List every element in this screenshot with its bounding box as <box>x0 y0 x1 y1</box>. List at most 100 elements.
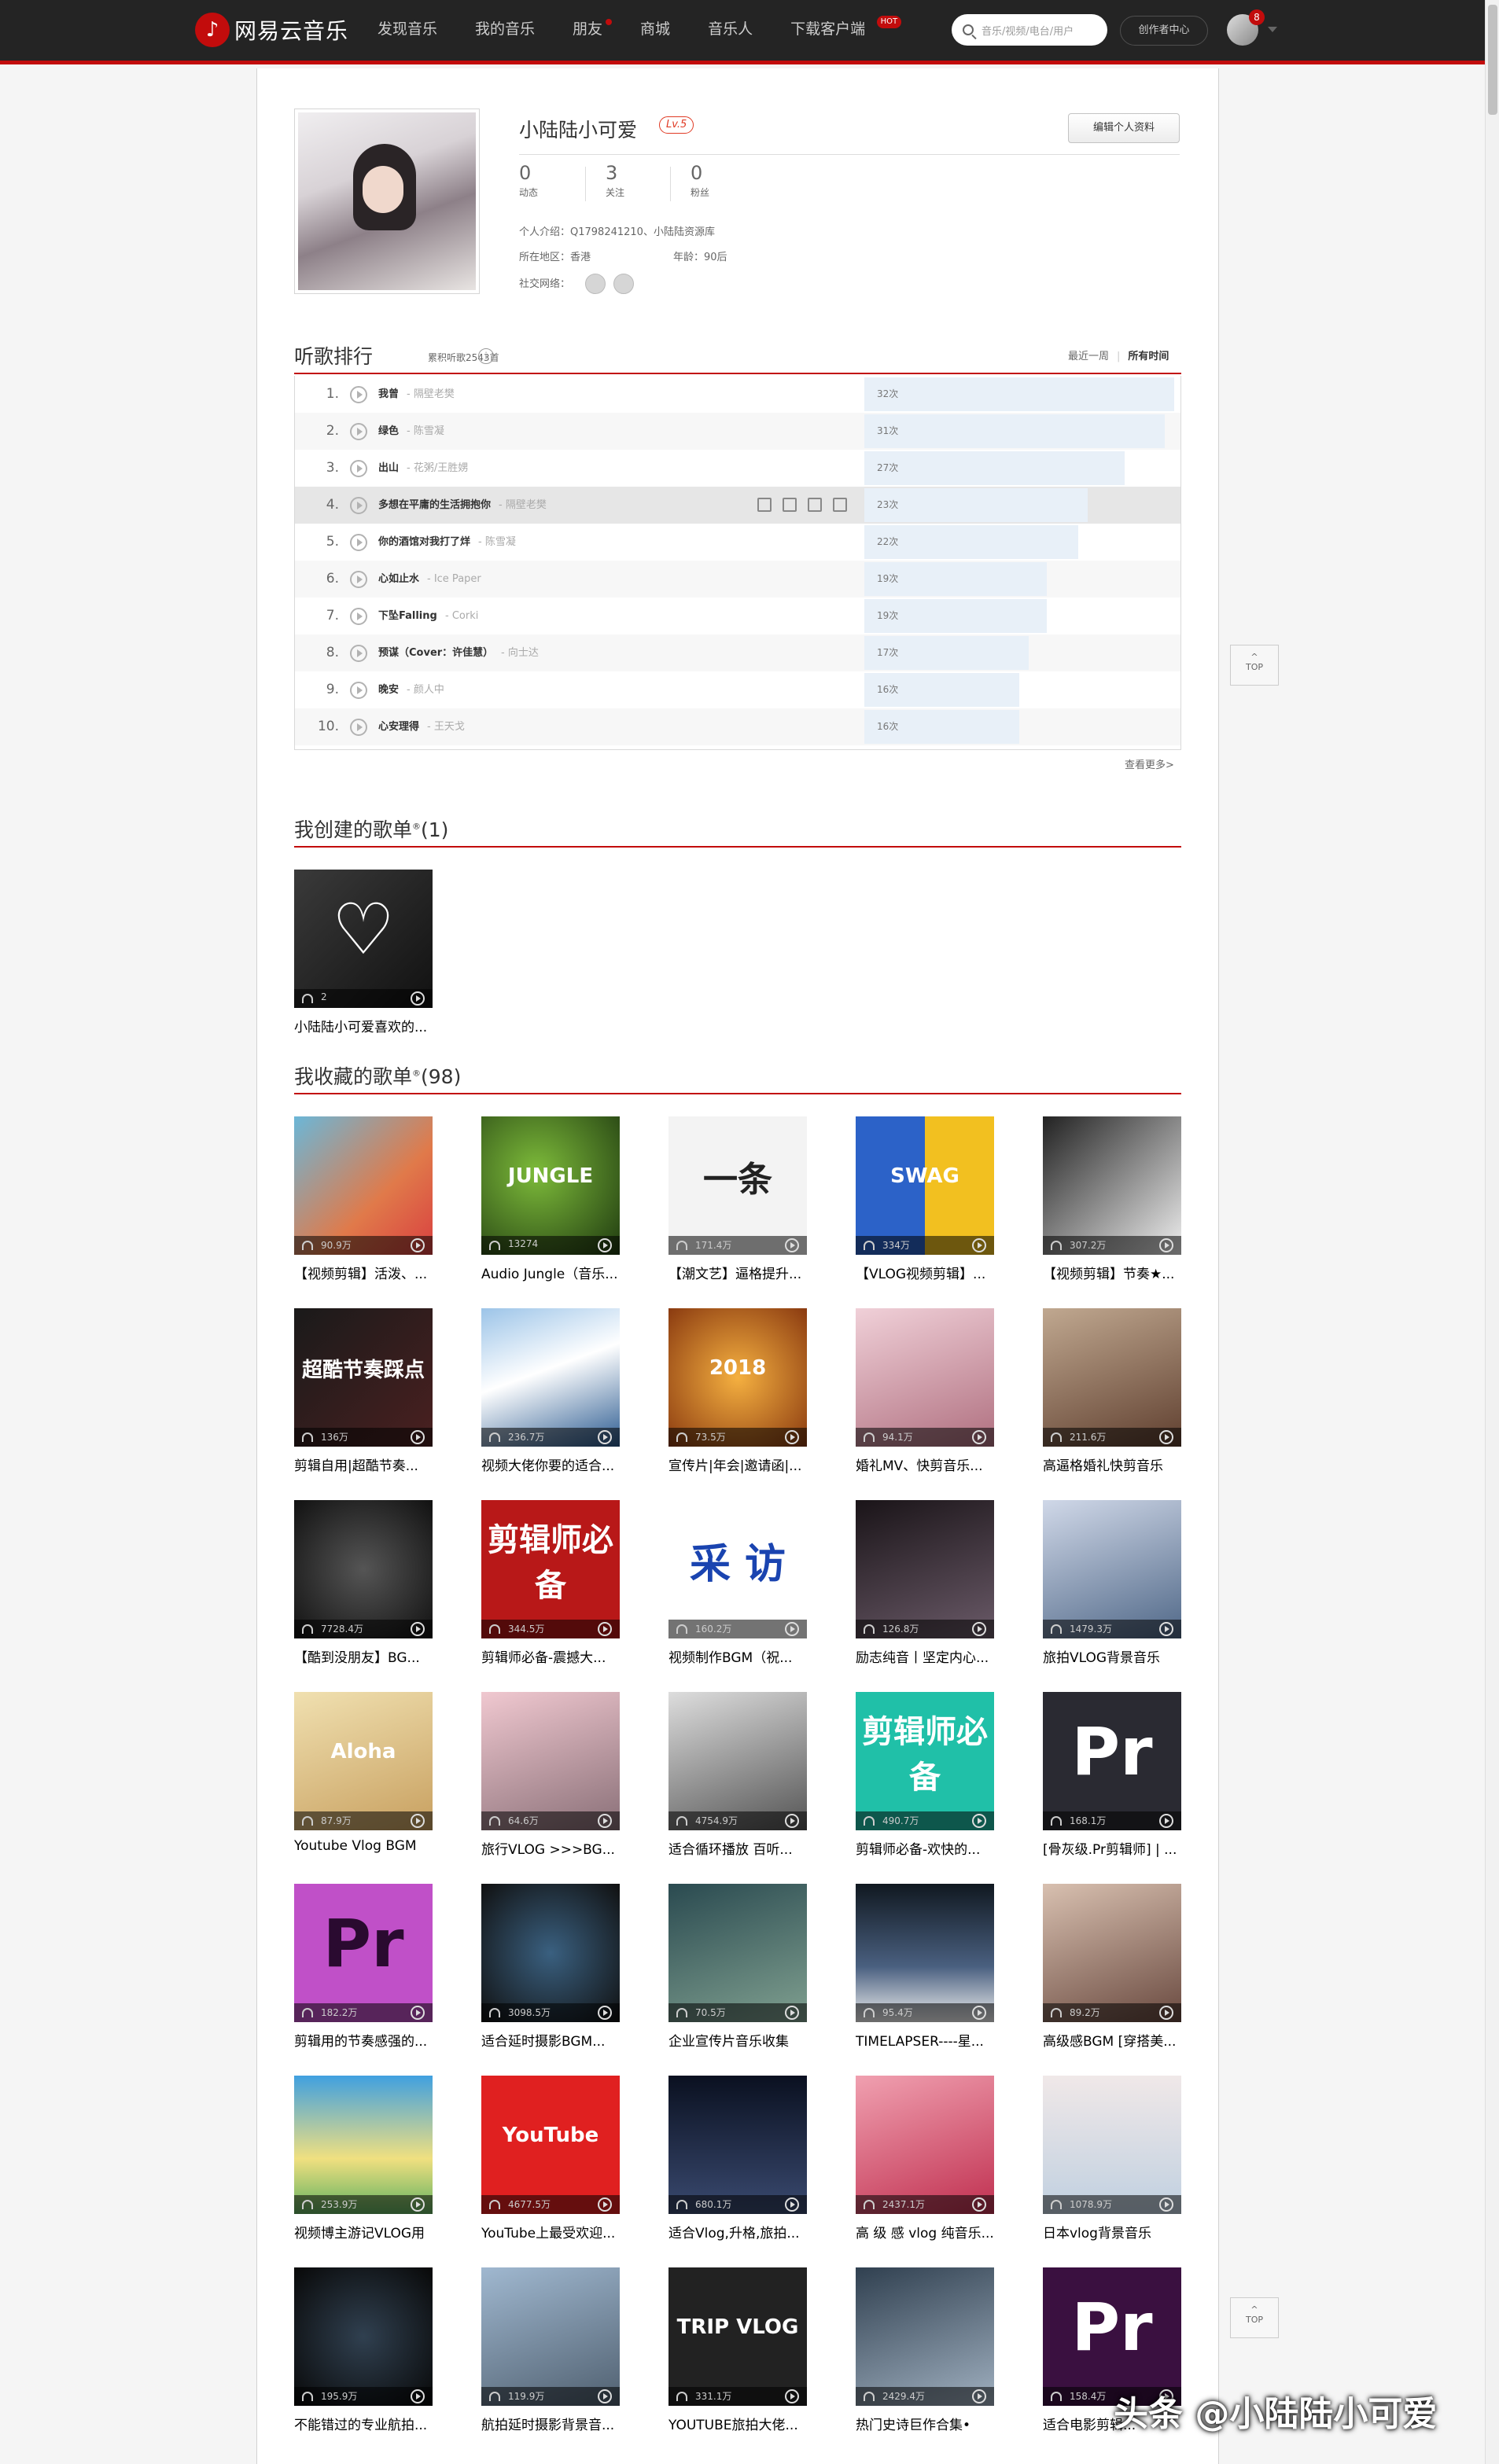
playlist-card[interactable]: 680.1万适合Vlog,升格,旅拍... <box>668 2076 807 2242</box>
playlist-card[interactable]: YouTube 4677.5万 YouTube上最受欢迎... <box>481 2076 620 2242</box>
play-icon[interactable] <box>350 423 367 440</box>
ranking-row[interactable]: 6. 心如止水 - Ice Paper 19次 <box>295 561 1180 598</box>
playlist-title[interactable]: 不能错过的专业航拍... <box>294 2414 433 2433</box>
play-icon[interactable] <box>785 1814 799 1828</box>
play-icon[interactable] <box>972 1238 986 1252</box>
play-icon[interactable] <box>598 1622 612 1636</box>
playlist-card[interactable]: SWAG 334万【VLOG视频剪辑】... <box>856 1116 994 1282</box>
weibo-icon[interactable] <box>585 274 606 294</box>
collect-icon[interactable] <box>783 498 797 512</box>
level-badge[interactable]: Lv.5 <box>659 116 694 134</box>
playlist-title[interactable]: 宣传片|年会|邀请函|... <box>668 1454 807 1474</box>
play-icon[interactable] <box>411 991 425 1006</box>
tab-all-time[interactable]: 所有时间 <box>1128 351 1169 362</box>
playlist-cover[interactable]: 超酷节奏踩点 136万 <box>294 1308 433 1447</box>
playlist-card[interactable]: 剪辑师必备 490.7万 剪辑师必备-欢快的... <box>856 1692 994 1858</box>
playlist-title[interactable]: 热门史诗巨作合集• <box>856 2414 994 2433</box>
playlist-title[interactable]: 适合Vlog,升格,旅拍... <box>668 2222 807 2242</box>
play-icon[interactable] <box>1159 1814 1173 1828</box>
playlist-cover[interactable]: 2018 73.5万 <box>668 1308 807 1447</box>
ranking-row[interactable]: 7. 下坠Falling - Corki 19次 <box>295 598 1180 634</box>
artist-name[interactable]: - 陈雪凝 <box>407 413 444 450</box>
song-title[interactable]: 出山 <box>378 450 399 487</box>
add-icon[interactable] <box>757 498 772 512</box>
nav-download[interactable]: 下载客户端 HOT <box>790 0 902 61</box>
song-title[interactable]: 心如止水 <box>378 561 419 598</box>
playlist-title[interactable]: YouTube上最受欢迎... <box>481 2222 620 2242</box>
playlist-cover[interactable]: ♡ 2 <box>294 870 433 1008</box>
playlist-title[interactable]: 企业宣传片音乐收集 <box>668 2030 807 2050</box>
playlist-title[interactable]: 剪辑师必备-震撼大... <box>481 1646 620 1666</box>
playlist-card[interactable]: 307.2万 【视频剪辑】节奏★... <box>1043 1116 1181 1282</box>
play-icon[interactable] <box>1159 1622 1173 1636</box>
artist-name[interactable]: - 陈雪凝 <box>478 524 516 561</box>
playlist-title[interactable]: 【视频剪辑】节奏★... <box>1043 1263 1181 1282</box>
playlist-title[interactable]: 婚礼MV、快剪音乐... <box>856 1454 994 1474</box>
song-title[interactable]: 晚安 <box>378 671 399 708</box>
playlist-title[interactable]: 【酷到没朋友】BG... <box>294 1646 433 1666</box>
playlist-card[interactable]: 7728.4万 【酷到没朋友】BG... <box>294 1500 433 1666</box>
playlist-card[interactable]: Pr 168.1万 [骨灰级.Pr剪辑师] | ... <box>1043 1692 1181 1858</box>
playlist-card[interactable]: 211.6万 高逼格婚礼快剪音乐 <box>1043 1308 1181 1474</box>
playlist-card[interactable]: 94.1万 婚礼MV、快剪音乐... <box>856 1308 994 1474</box>
ranking-row[interactable]: 1. 我曾 - 隔壁老樊 32次 <box>295 376 1180 413</box>
download-icon[interactable] <box>833 498 847 512</box>
playlist-cover[interactable]: 1479.3万 <box>1043 1500 1181 1638</box>
play-icon[interactable] <box>350 386 367 403</box>
play-icon[interactable] <box>350 682 367 699</box>
play-icon[interactable] <box>411 2389 425 2403</box>
share-icon[interactable] <box>808 498 822 512</box>
playlist-title[interactable]: Youtube Vlog BGM <box>294 1838 433 1854</box>
play-icon[interactable] <box>972 2389 986 2403</box>
playlist-card[interactable]: 89.2万 高级感BGM [穿搭美... <box>1043 1884 1181 2050</box>
play-icon[interactable] <box>411 1238 425 1252</box>
play-icon[interactable] <box>785 1622 799 1636</box>
play-icon[interactable] <box>598 2197 612 2212</box>
playlist-card[interactable]: 一条 171.4万 【潮文艺】逼格提升... <box>668 1116 807 1282</box>
song-title[interactable]: 心安理得 <box>378 708 419 745</box>
playlist-title[interactable]: 高级感BGM [穿搭美... <box>1043 2030 1181 2050</box>
playlist-title[interactable]: 视频大佬你要的适合... <box>481 1454 620 1474</box>
playlist-cover[interactable]: JUNGLE 13274 <box>481 1116 620 1255</box>
playlist-title[interactable]: 旅行VLOG >>>BG... <box>481 1838 620 1858</box>
playlist-card[interactable]: Aloha 87.9万 Youtube Vlog BGM <box>294 1692 433 1854</box>
playlist-cover[interactable]: SWAG 334万 <box>856 1116 994 1255</box>
play-icon[interactable] <box>350 719 367 736</box>
playlist-cover[interactable]: 119.9万 <box>481 2267 620 2406</box>
creator-center-button[interactable]: 创作者中心 <box>1120 16 1208 46</box>
playlist-cover[interactable]: 680.1万 <box>668 2076 807 2214</box>
play-icon[interactable] <box>411 2197 425 2212</box>
playlist-cover[interactable]: 剪辑师必备 344.5万 <box>481 1500 620 1638</box>
play-icon[interactable] <box>350 571 367 588</box>
play-icon[interactable] <box>350 460 367 477</box>
play-icon[interactable] <box>1159 2006 1173 2020</box>
artist-name[interactable]: - Corki <box>445 598 478 634</box>
play-icon[interactable] <box>598 1430 612 1444</box>
playlist-card[interactable]: ♡ 2 小陆陆小可爱喜欢的... <box>294 870 433 1035</box>
song-title[interactable]: 多想在平庸的生活拥抱你 <box>378 487 491 524</box>
playlist-cover[interactable]: Pr 182.2万 <box>294 1884 433 2022</box>
nav-musician[interactable]: 音乐人 <box>708 0 753 61</box>
play-icon[interactable] <box>1159 2197 1173 2212</box>
play-icon[interactable] <box>411 1430 425 1444</box>
playlist-card[interactable]: 90.9万 【视频剪辑】活泼、... <box>294 1116 433 1282</box>
playlist-title[interactable]: TIMELAPSER----星... <box>856 2030 994 2050</box>
play-icon[interactable] <box>350 608 367 625</box>
playlist-card[interactable]: 1479.3万旅拍VLOG背景音乐 <box>1043 1500 1181 1666</box>
douban-icon[interactable] <box>613 274 634 294</box>
edit-profile-button[interactable]: 编辑个人资料 <box>1068 113 1180 143</box>
playlist-card[interactable]: 195.9万 不能错过的专业航拍... <box>294 2267 433 2433</box>
playlist-card[interactable]: 236.7万 视频大佬你要的适合... <box>481 1308 620 1474</box>
playlist-title[interactable]: 旅拍VLOG背景音乐 <box>1043 1646 1181 1666</box>
playlist-title[interactable]: 适合循环播放 百听... <box>668 1838 807 1858</box>
ranking-row[interactable]: 4. 多想在平庸的生活拥抱你 - 隔壁老樊 23次 <box>295 487 1180 524</box>
playlist-cover[interactable]: 211.6万 <box>1043 1308 1181 1447</box>
playlist-title[interactable]: 【VLOG视频剪辑】... <box>856 1263 994 1282</box>
playlist-cover[interactable]: 4754.9万 <box>668 1692 807 1830</box>
song-title[interactable]: 绿色 <box>378 413 399 450</box>
playlist-cover[interactable]: 采 访 160.2万 <box>668 1500 807 1638</box>
playlist-card[interactable]: 119.9万 航拍延时摄影背景音... <box>481 2267 620 2433</box>
play-icon[interactable] <box>785 1238 799 1252</box>
artist-name[interactable]: - 向士达 <box>501 634 539 671</box>
chevron-down-icon[interactable] <box>1268 27 1277 32</box>
